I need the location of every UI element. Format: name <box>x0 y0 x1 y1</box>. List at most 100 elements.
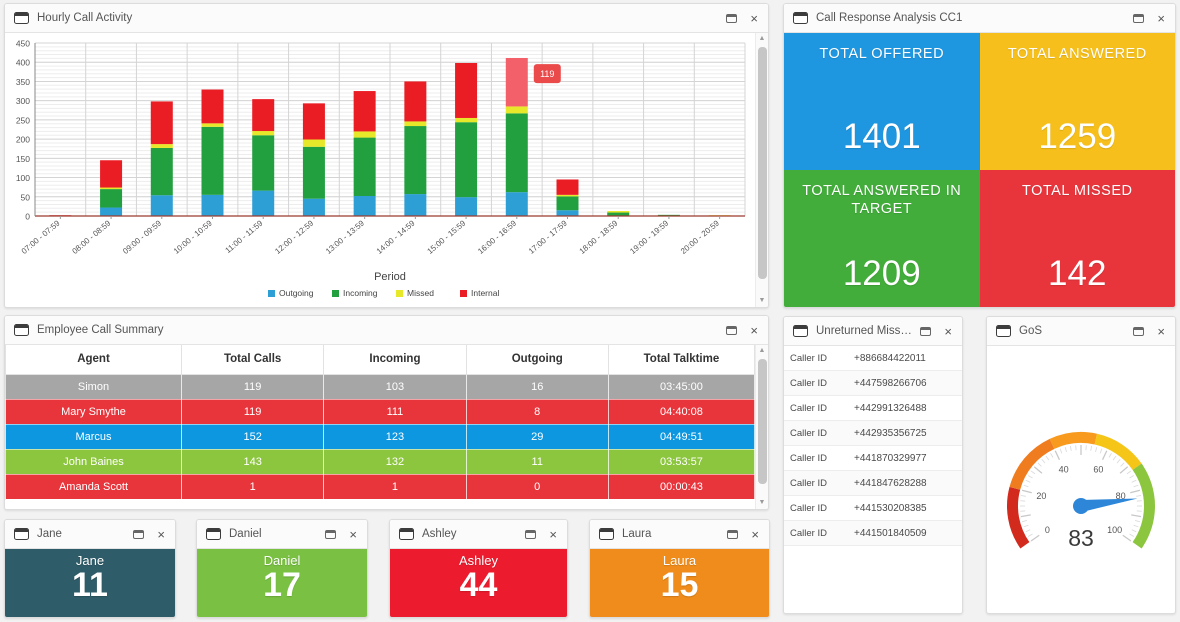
svg-text:13:00 - 13:59: 13:00 - 13:59 <box>324 218 366 256</box>
svg-text:400: 400 <box>16 58 30 68</box>
table-cell: 29 <box>465 424 609 450</box>
panel-body: Ashley 44 <box>390 549 567 617</box>
caller-id-value: +441870329977 <box>854 452 927 464</box>
table-cell: 11 <box>465 449 609 475</box>
list-item[interactable]: Caller ID +442935356725 <box>784 421 962 446</box>
scroll-up-icon[interactable]: ▲ <box>759 33 766 45</box>
column-header[interactable]: Incoming <box>323 345 467 375</box>
caller-id-label: Caller ID <box>790 402 827 414</box>
kpi-tile[interactable]: TOTAL ANSWERED IN TARGET 1209 <box>784 170 980 307</box>
kpi-grid: TOTAL OFFERED 1401 TOTAL ANSWERED 1259 TOTAL… <box>784 33 1175 307</box>
list-item[interactable]: Caller ID +441847628288 <box>784 471 962 496</box>
caller-id-label: Caller ID <box>790 377 827 389</box>
close-icon[interactable]: × <box>349 528 357 541</box>
kpi-tile[interactable]: TOTAL OFFERED 1401 <box>784 33 980 170</box>
table-cell: 00:00:43 <box>607 474 755 500</box>
svg-text:07:00 - 07:59: 07:00 - 07:59 <box>20 218 62 256</box>
agent-stat-tile[interactable]: Jane 11 <box>5 549 175 617</box>
list-item[interactable]: Caller ID +442991326488 <box>784 396 962 421</box>
close-icon[interactable]: × <box>157 528 165 541</box>
svg-text:08:00 - 08:59: 08:00 - 08:59 <box>70 218 112 256</box>
panel-gos: GoS × 0 20 40 60 80 100 83 <box>986 316 1176 614</box>
caller-id-value: +441501840509 <box>854 527 927 539</box>
restore-icon[interactable] <box>727 529 739 539</box>
close-icon[interactable]: × <box>549 528 557 541</box>
column-header[interactable]: Outgoing <box>465 345 609 375</box>
restore-icon[interactable] <box>1133 326 1145 336</box>
panel-body: Agent Total Calls Incoming Outgoing Total Ta… <box>5 345 768 509</box>
svg-text:0: 0 <box>1045 525 1050 535</box>
list-item[interactable]: Caller ID +441530208385 <box>784 496 962 521</box>
restore-icon[interactable] <box>525 529 537 539</box>
panel-agent-laura: Laura × Laura 15 <box>589 519 770 618</box>
close-icon[interactable]: × <box>1157 325 1165 338</box>
column-header[interactable]: Total Calls <box>180 345 325 375</box>
table-cell: Amanda Scott <box>5 474 182 500</box>
table-cell: John Baines <box>5 449 182 475</box>
chart-scrollbar[interactable]: ▲ ▼ <box>755 33 768 307</box>
titlebar-agent-ashley: Ashley × <box>390 520 567 549</box>
table-cell: 8 <box>465 399 609 425</box>
scroll-up-icon[interactable]: ▲ <box>759 345 766 357</box>
table-cell: 132 <box>323 449 467 475</box>
scroll-down-icon[interactable]: ▼ <box>759 295 766 307</box>
table-row[interactable]: John Baines 143 132 11 03:53:57 <box>5 449 755 475</box>
restore-icon[interactable] <box>726 325 738 335</box>
svg-text:150: 150 <box>16 154 30 164</box>
close-icon[interactable]: × <box>751 528 759 541</box>
close-icon[interactable]: × <box>1157 12 1165 25</box>
agent-stat-tile[interactable]: Laura 15 <box>590 549 769 617</box>
table-cell: 119 <box>180 399 325 425</box>
stacked-bar-chart: 0 50 100 150 200 250 300 350 400 450 07:00 - 07:59… <box>16 39 746 298</box>
panel-title: Laura <box>622 528 652 540</box>
agent-stat-tile[interactable]: Ashley 44 <box>390 549 567 617</box>
titlebar-gos: GoS × <box>987 317 1175 346</box>
scrollbar-thumb[interactable] <box>757 47 767 279</box>
list-item[interactable]: Caller ID +886684422011 <box>784 346 962 371</box>
kpi-label: TOTAL ANSWERED IN TARGET <box>802 183 962 217</box>
close-icon[interactable]: × <box>750 12 758 25</box>
panel-title: Unreturned Misse... <box>816 325 913 337</box>
scrollbar-thumb[interactable] <box>757 359 767 484</box>
panel-body: TOTAL OFFERED 1401 TOTAL ANSWERED 1259 TOTAL… <box>784 33 1175 307</box>
window-icon <box>996 325 1011 337</box>
restore-icon[interactable] <box>726 13 738 23</box>
table-row[interactable]: Mary Smythe 119 111 8 04:40:08 <box>5 399 755 425</box>
table-cell: 152 <box>180 424 325 450</box>
panel-title: Employee Call Summary <box>37 324 164 336</box>
column-header[interactable]: Total Talktime <box>607 345 755 375</box>
table-cell: 04:49:51 <box>607 424 755 450</box>
scrollbar-track[interactable] <box>757 45 767 295</box>
agent-stat-tile[interactable]: Daniel 17 <box>197 549 367 617</box>
dashboard-root: Hourly Call Activity × 0 50 100 150 200 250 30… <box>0 0 1180 622</box>
list-item[interactable]: Caller ID +441870329977 <box>784 446 962 471</box>
table-row[interactable]: Simon 119 103 16 03:45:00 <box>5 374 755 400</box>
window-icon <box>399 528 414 540</box>
svg-text:09:00 - 09:59: 09:00 - 09:59 <box>121 218 163 256</box>
kpi-tile[interactable]: TOTAL ANSWERED 1259 <box>979 33 1175 170</box>
svg-text:20:00 - 20:59: 20:00 - 20:59 <box>679 218 721 256</box>
caller-id-label: Caller ID <box>790 427 827 439</box>
caller-id-label: Caller ID <box>790 477 827 489</box>
table-row[interactable]: Amanda Scott 1 1 0 00:00:43 <box>5 474 755 500</box>
restore-icon[interactable] <box>133 529 145 539</box>
kpi-value: 1259 <box>1038 117 1117 156</box>
close-icon[interactable]: × <box>750 324 758 337</box>
svg-text:Internal: Internal <box>471 288 499 298</box>
svg-text:250: 250 <box>16 115 30 125</box>
column-header[interactable]: Agent <box>5 345 182 375</box>
caller-id-value: +442991326488 <box>854 402 927 414</box>
restore-icon[interactable] <box>920 326 932 336</box>
table-scrollbar[interactable]: ▲ ▼ <box>755 345 768 509</box>
scrollbar-track[interactable] <box>757 357 767 497</box>
panel-hourly-call-activity: Hourly Call Activity × 0 50 100 150 200 250 30… <box>4 3 769 308</box>
kpi-tile[interactable]: TOTAL MISSED 142 <box>979 170 1175 307</box>
scroll-down-icon[interactable]: ▼ <box>759 497 766 509</box>
close-icon[interactable]: × <box>944 325 952 338</box>
table-row[interactable]: Marcus 152 123 29 04:49:51 <box>5 424 755 450</box>
list-item[interactable]: Caller ID +447598266706 <box>784 371 962 396</box>
list-item[interactable]: Caller ID +441501840509 <box>784 521 962 546</box>
restore-icon[interactable] <box>325 529 337 539</box>
restore-icon[interactable] <box>1133 13 1145 23</box>
svg-text:60: 60 <box>1093 464 1103 474</box>
